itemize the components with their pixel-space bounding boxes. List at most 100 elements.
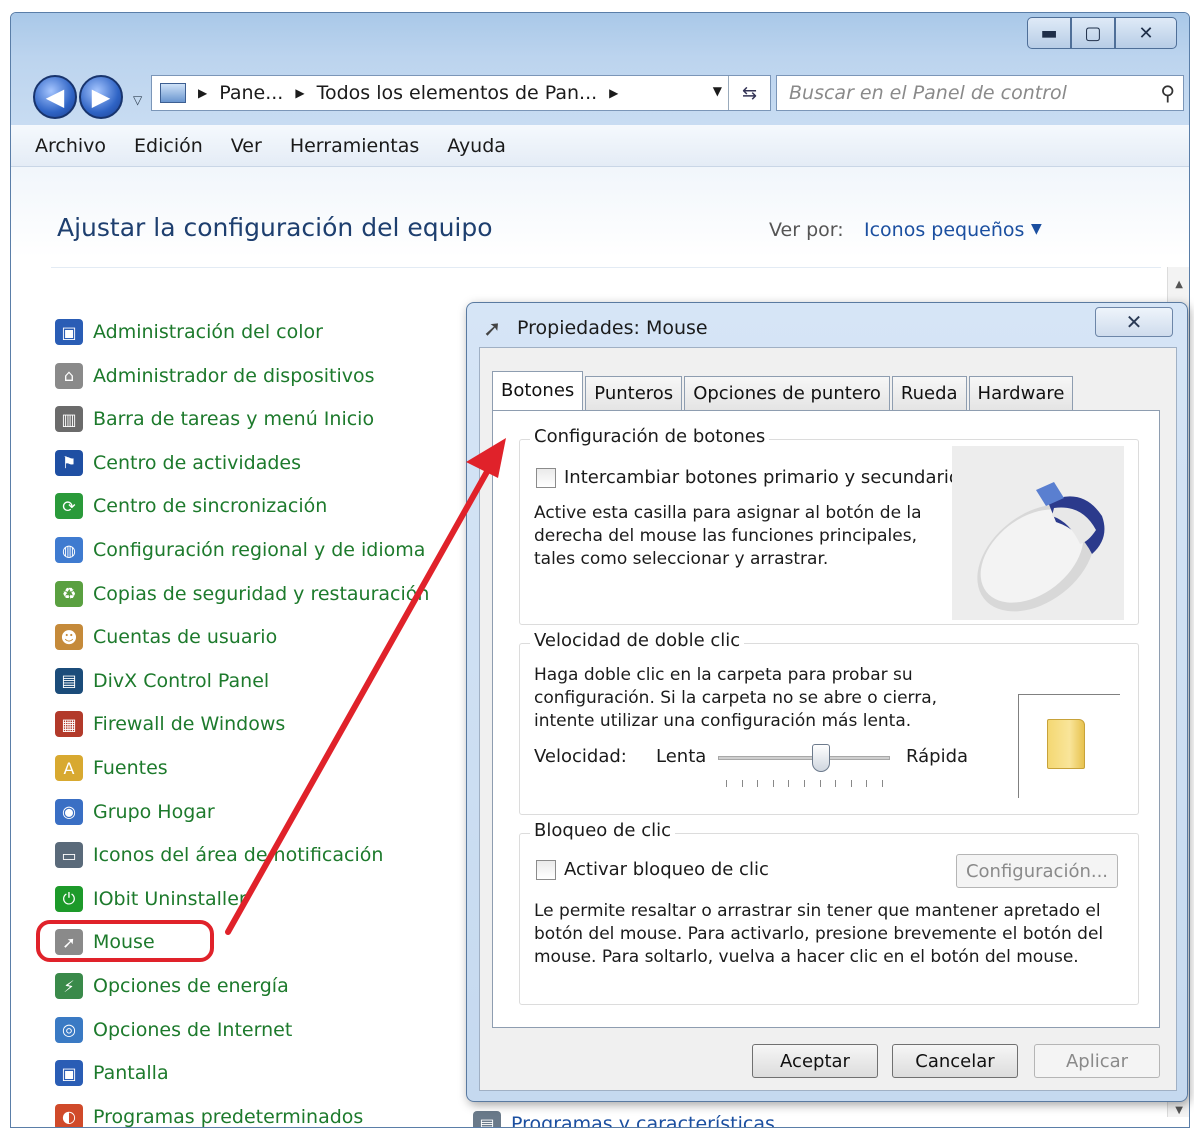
- forward-arrow-icon: ▶: [91, 83, 111, 111]
- speed-slider-thumb[interactable]: [812, 744, 831, 772]
- default-programs-icon: ◐: [55, 1103, 83, 1127]
- window-controls: ▬ ▢ ✕: [1027, 17, 1177, 53]
- click-lock-description: Le permite resaltar o arrastrar sin tene…: [534, 901, 1104, 967]
- list-item-label: Centro de sincronización: [93, 495, 328, 518]
- list-item-label: Copias de seguridad y restauración: [93, 582, 430, 605]
- click-lock-checkbox[interactable]: [536, 860, 556, 880]
- list-item[interactable]: ▭ Iconos del área de notificación: [55, 840, 383, 870]
- users-icon: ☻: [55, 624, 83, 651]
- list-item[interactable]: ⟳ Centro de sincronización: [55, 491, 327, 521]
- mouse-highlight-annotation: [36, 920, 214, 962]
- list-item[interactable]: ◉ Grupo Hogar: [55, 797, 215, 827]
- folder-icon[interactable]: [1047, 719, 1085, 769]
- list-item[interactable]: ⌂ Administrador de dispositivos: [55, 361, 375, 391]
- forward-button[interactable]: ▶: [79, 75, 123, 119]
- homegroup-icon: ◉: [55, 798, 83, 825]
- group-title: Velocidad de doble clic: [530, 630, 745, 651]
- list-item-label: Firewall de Windows: [93, 713, 286, 736]
- list-item-label: Programas predeterminados: [93, 1105, 364, 1128]
- flag-icon: ⚑: [55, 449, 83, 476]
- view-by-dropdown[interactable]: Iconos pequeños: [864, 219, 1024, 241]
- monitor-color-icon: ▣: [55, 319, 83, 345]
- list-item[interactable]: A Fuentes: [55, 753, 168, 783]
- swap-buttons-label[interactable]: Intercambiar botones primario y secundar…: [564, 467, 960, 488]
- slow-label: Lenta: [656, 746, 707, 767]
- fast-label: Rápida: [906, 746, 969, 767]
- address-bar[interactable]: ▶ Pane... ▶ Todos los elementos de Pan..…: [151, 75, 771, 111]
- tab-botones[interactable]: Botones: [492, 371, 584, 411]
- list-item[interactable]: ▦ Firewall de Windows: [55, 709, 285, 739]
- chevron-down-icon[interactable]: ▼: [1031, 221, 1042, 237]
- tab-hardware[interactable]: Hardware: [968, 376, 1074, 410]
- breadcrumb-separator-icon: ▶: [295, 86, 305, 100]
- cancel-button[interactable]: Cancelar: [892, 1044, 1018, 1078]
- scroll-up-icon[interactable]: ▲: [1175, 279, 1183, 290]
- page-title: Ajustar la configuración del equipo: [57, 213, 493, 242]
- menu-herramientas[interactable]: Herramientas: [290, 135, 419, 157]
- test-folder-area[interactable]: [1018, 694, 1120, 798]
- slider-tick: [819, 780, 821, 787]
- list-item-label: Barra de tareas y menú Inicio: [93, 408, 375, 431]
- close-button[interactable]: ✕: [1115, 17, 1177, 49]
- slider-tick: [835, 780, 837, 787]
- programs-features-icon: ▤: [473, 1111, 501, 1127]
- search-icon[interactable]: ⚲: [1160, 81, 1175, 105]
- breadcrumb-item[interactable]: Pane...: [219, 82, 283, 104]
- list-item[interactable]: ♻ Copias de seguridad y restauración: [55, 579, 429, 609]
- menu-ayuda[interactable]: Ayuda: [447, 135, 506, 157]
- mouse-properties-dialog: ➚ Propiedades: Mouse ✕ Botones Punteros …: [466, 302, 1188, 1102]
- tab-punteros[interactable]: Punteros: [585, 376, 683, 410]
- back-button[interactable]: ◀: [33, 75, 77, 119]
- group-click-lock: Bloqueo de clic Activar bloqueo de clic …: [519, 820, 1139, 1005]
- notification-icon: ▭: [55, 842, 83, 869]
- history-dropdown-icon[interactable]: ▽: [133, 93, 142, 107]
- menu-edicion[interactable]: Edición: [134, 135, 203, 157]
- dialog-close-button[interactable]: ✕: [1095, 307, 1173, 337]
- list-item[interactable]: ▣ Administración del color: [55, 317, 323, 347]
- address-dropdown-icon[interactable]: ▼: [713, 84, 722, 98]
- list-item[interactable]: ▤ DivX Control Panel: [55, 666, 269, 696]
- search-placeholder: Buscar en el Panel de control: [789, 82, 1067, 104]
- globe-icon: ◍: [55, 537, 83, 563]
- slider-tick: [882, 780, 883, 787]
- swap-buttons-checkbox[interactable]: [536, 468, 556, 488]
- breadcrumb-item[interactable]: Todos los elementos de Pan...: [317, 82, 598, 104]
- list-item-label: DivX Control Panel: [93, 669, 270, 692]
- list-item-label: Opciones de energía: [93, 975, 289, 997]
- list-item[interactable]: ◐ Programas predeterminados: [55, 1102, 364, 1128]
- tab-opciones-puntero[interactable]: Opciones de puntero: [684, 376, 890, 410]
- list-item[interactable]: ◎ Opciones de Internet: [55, 1015, 292, 1045]
- refresh-button[interactable]: ⇆: [728, 76, 770, 110]
- apply-button[interactable]: Aplicar: [1034, 1044, 1160, 1078]
- list-item-programas-caracteristicas[interactable]: ▤ Programas y características: [473, 1111, 775, 1127]
- breadcrumb-separator-icon[interactable]: ▶: [609, 86, 618, 100]
- list-item[interactable]: ⏻ IObit Uninstaller: [55, 884, 247, 914]
- refresh-icon: ⇆: [741, 82, 758, 104]
- list-item[interactable]: ⚑ Centro de actividades: [55, 448, 301, 478]
- list-item-label: Opciones de Internet: [93, 1018, 293, 1041]
- breadcrumb-separator-icon: ▶: [198, 86, 208, 100]
- view-by-label: Ver por:: [769, 219, 844, 241]
- maximize-button[interactable]: ▢: [1071, 17, 1115, 49]
- tab-rueda[interactable]: Rueda: [891, 376, 967, 410]
- menu-ver[interactable]: Ver: [231, 135, 262, 157]
- sync-icon: ⟳: [55, 493, 83, 520]
- menu-archivo[interactable]: Archivo: [35, 135, 106, 157]
- list-item-label: Fuentes: [93, 757, 168, 779]
- speed-slider-track[interactable]: [718, 756, 890, 760]
- ok-button[interactable]: Aceptar: [752, 1044, 878, 1078]
- firewall-icon: ▦: [55, 711, 83, 738]
- list-item[interactable]: ▥ Barra de tareas y menú Inicio: [55, 404, 374, 434]
- list-item[interactable]: ◍ Configuración regional y de idioma: [55, 535, 425, 565]
- scroll-down-icon[interactable]: ▼: [1175, 1105, 1183, 1116]
- search-input[interactable]: Buscar en el Panel de control ⚲: [776, 75, 1184, 111]
- click-lock-settings-button[interactable]: Configuración...: [956, 854, 1118, 888]
- list-item-label: Grupo Hogar: [93, 800, 215, 823]
- click-lock-label[interactable]: Activar bloqueo de clic: [564, 859, 769, 880]
- list-item[interactable]: ☻ Cuentas de usuario: [55, 622, 277, 652]
- minimize-button[interactable]: ▬: [1027, 17, 1071, 49]
- list-item[interactable]: ⚡ Opciones de energía: [55, 971, 289, 1001]
- speed-label: Velocidad:: [534, 746, 627, 767]
- group-button-config: Configuración de botones Intercambiar bo…: [519, 426, 1139, 625]
- list-item[interactable]: ▣ Pantalla: [55, 1058, 169, 1088]
